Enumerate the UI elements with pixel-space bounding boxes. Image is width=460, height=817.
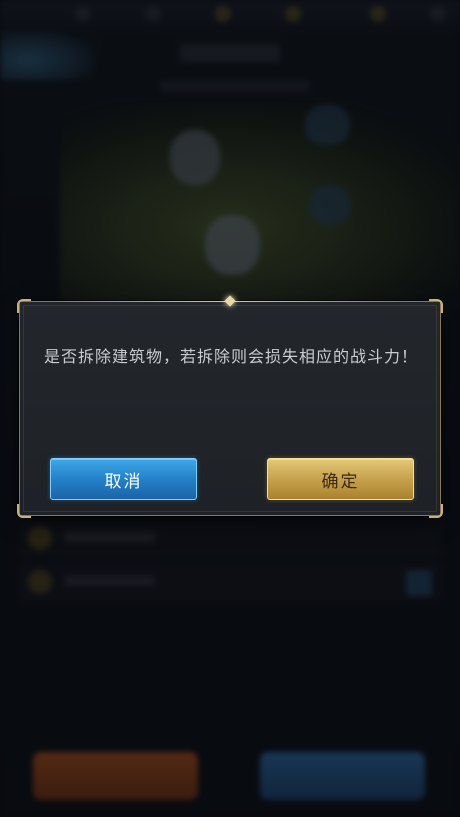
corner-ornament: [429, 504, 443, 518]
cancel-button[interactable]: 取消: [50, 458, 197, 500]
demolish-confirm-dialog: 是否拆除建筑物，若拆除则会损失相应的战斗力！ 取消 确定: [17, 295, 443, 518]
confirm-button-label: 确定: [321, 471, 360, 492]
cancel-button-label: 取消: [104, 471, 143, 492]
corner-ornament: [17, 299, 31, 313]
confirm-button[interactable]: 确定: [267, 458, 414, 500]
corner-ornament: [429, 299, 443, 313]
dialog-message: 是否拆除建筑物，若拆除则会损失相应的战斗力！: [43, 347, 418, 366]
corner-ornament: [17, 504, 31, 518]
